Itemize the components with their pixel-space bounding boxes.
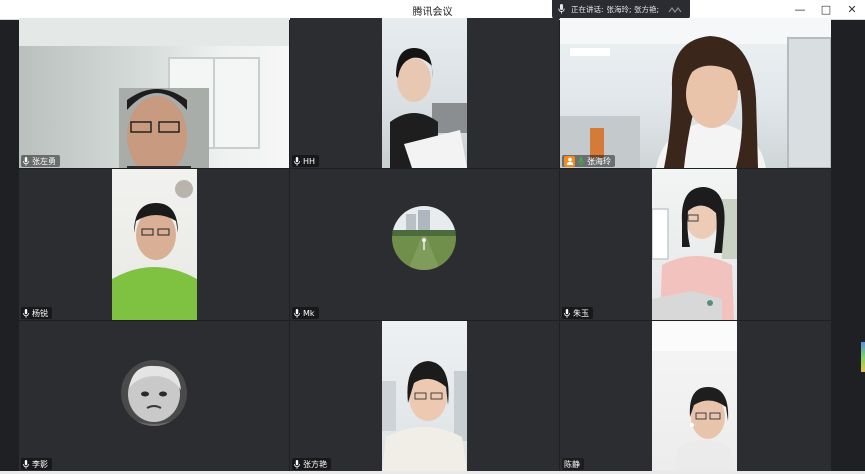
participant-name-tag: 李影 — [21, 458, 52, 470]
microphone-icon — [23, 459, 29, 469]
window-controls: — □ ✕ — [787, 0, 865, 19]
participant-name-tag: 张方艳 — [292, 458, 331, 470]
participant-tile[interactable]: 张海玲 — [560, 18, 831, 168]
avatar — [392, 206, 456, 270]
side-toolbar-handle[interactable] — [861, 342, 865, 372]
participant-name: 朱玉 — [573, 308, 589, 318]
participant-tile[interactable]: Mk — [290, 169, 559, 320]
participant-tile[interactable]: 张左勇 — [19, 18, 289, 168]
participant-video — [560, 18, 831, 168]
participant-video — [19, 18, 289, 168]
participant-tile[interactable]: 李影 — [19, 321, 289, 471]
participant-tile[interactable]: 陈静 — [560, 321, 831, 471]
participant-name: 张海玲 — [587, 156, 611, 166]
participant-name-tag: 张海玲 — [562, 155, 615, 167]
participant-name-tag: 张左勇 — [21, 155, 60, 167]
participant-tile[interactable]: HH — [290, 18, 559, 168]
video-grid: 张左勇 HH 张海玲 杨锐 Mk 朱玉 李影 张方艳 陈静 — [19, 18, 831, 471]
avatar — [121, 360, 187, 426]
participant-name: 张方艳 — [303, 459, 327, 469]
participant-video — [382, 321, 467, 471]
participant-video — [382, 18, 467, 168]
participant-video — [652, 321, 737, 471]
participant-name-tag: Mk — [292, 307, 319, 319]
participant-video — [112, 169, 197, 320]
participant-name-tag: HH — [292, 155, 320, 167]
participant-tile[interactable]: 张方艳 — [290, 321, 559, 471]
participant-name: Mk — [303, 308, 315, 318]
audio-wave-icon — [668, 6, 684, 16]
participant-name-tag: 杨锐 — [21, 307, 52, 319]
participant-name: HH — [303, 156, 316, 166]
microphone-icon — [294, 308, 300, 318]
microphone-icon — [294, 459, 300, 469]
minimize-button[interactable]: — — [787, 0, 813, 19]
participant-name: 李影 — [32, 459, 48, 469]
speaking-indicator: 正在讲话: 张海玲; 张方艳; — [552, 0, 690, 19]
participant-name: 杨锐 — [32, 308, 48, 318]
speaking-label: 正在讲话: — [571, 5, 604, 14]
participant-name-tag: 朱玉 — [562, 307, 593, 319]
speaking-names: 张海玲; 张方艳; — [606, 5, 659, 14]
close-button[interactable]: ✕ — [839, 0, 865, 19]
microphone-icon — [294, 156, 300, 166]
microphone-icon — [23, 308, 29, 318]
microphone-active-icon — [578, 156, 584, 166]
window-title: 腾讯会议 — [412, 7, 453, 18]
participant-tile[interactable]: 杨锐 — [19, 169, 289, 320]
participant-name: 陈静 — [564, 459, 580, 469]
participant-name-tag: 陈静 — [562, 458, 584, 470]
microphone-icon — [558, 3, 565, 16]
microphone-icon — [23, 156, 29, 166]
maximize-button[interactable]: □ — [813, 0, 839, 19]
microphone-icon — [564, 308, 570, 318]
participant-tile[interactable]: 朱玉 — [560, 169, 831, 320]
host-icon — [564, 155, 575, 167]
participant-video — [652, 169, 737, 320]
title-bar: 腾讯会议 — □ ✕ — [0, 0, 865, 20]
participant-name: 张左勇 — [32, 156, 56, 166]
